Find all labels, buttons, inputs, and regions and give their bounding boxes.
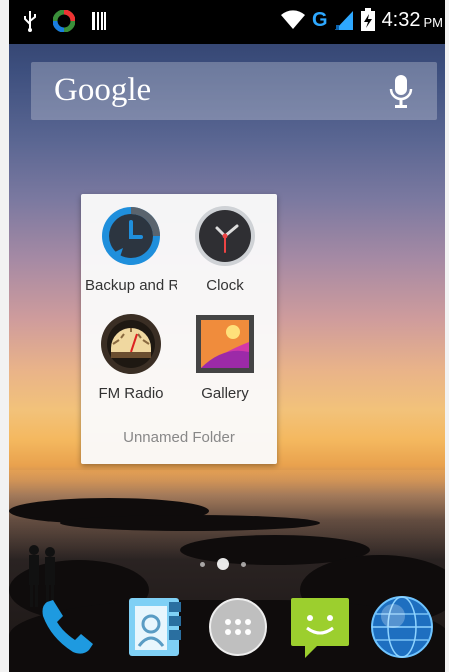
status-ampm: PM (423, 14, 444, 30)
signal-icon (334, 11, 353, 30)
page-dot (200, 561, 205, 567)
network-type-label: G (312, 8, 328, 31)
gallery-icon (196, 315, 254, 373)
dock (9, 588, 445, 672)
app-gallery[interactable]: Gallery (179, 312, 271, 402)
mic-icon[interactable] (389, 74, 413, 110)
status-bar: G 4:32 PM (9, 0, 445, 44)
clock-icon (195, 206, 255, 266)
phone-icon[interactable] (33, 592, 103, 662)
google-search-bar[interactable]: Google (31, 62, 437, 120)
browser-icon[interactable] (367, 592, 437, 662)
wifi-icon (281, 10, 305, 29)
contacts-icon[interactable] (119, 592, 189, 662)
page-indicator (200, 558, 246, 570)
page-dot-current (217, 558, 229, 570)
google-logo[interactable]: Google (54, 72, 151, 109)
usb-icon (24, 11, 36, 32)
status-right: G 4:32 PM (280, 8, 443, 32)
right-bezel (445, 0, 449, 672)
left-bezel (0, 0, 9, 672)
battery-icon (360, 8, 375, 31)
status-left (23, 10, 107, 32)
page-dot (241, 561, 246, 567)
fm-radio-icon (101, 314, 161, 374)
storage-icon (92, 12, 106, 30)
app-notification-icon (53, 10, 75, 32)
app-label: Gallery (201, 385, 249, 402)
app-label: FM Radio (98, 385, 164, 402)
app-label: Backup and Restore (85, 277, 177, 294)
home-screen: G 4:32 PM Google Backup and R Clock FM R… (0, 0, 449, 672)
app-clock[interactable]: Clock (179, 204, 271, 294)
folder-name[interactable]: Unnamed Folder (81, 429, 277, 446)
messaging-icon[interactable] (285, 592, 355, 662)
app-label: Clock (206, 277, 244, 294)
app-folder: Backup and Restore Clock FM Radi (81, 194, 277, 464)
backup-icon (102, 207, 160, 265)
app-fm-radio[interactable]: FM Radio (85, 312, 177, 402)
status-time: 4:32 (381, 8, 421, 31)
wallpaper-rock (60, 515, 320, 531)
app-backup-and-restore[interactable]: Backup and Restore (85, 204, 177, 294)
app-drawer-icon[interactable] (203, 592, 273, 662)
